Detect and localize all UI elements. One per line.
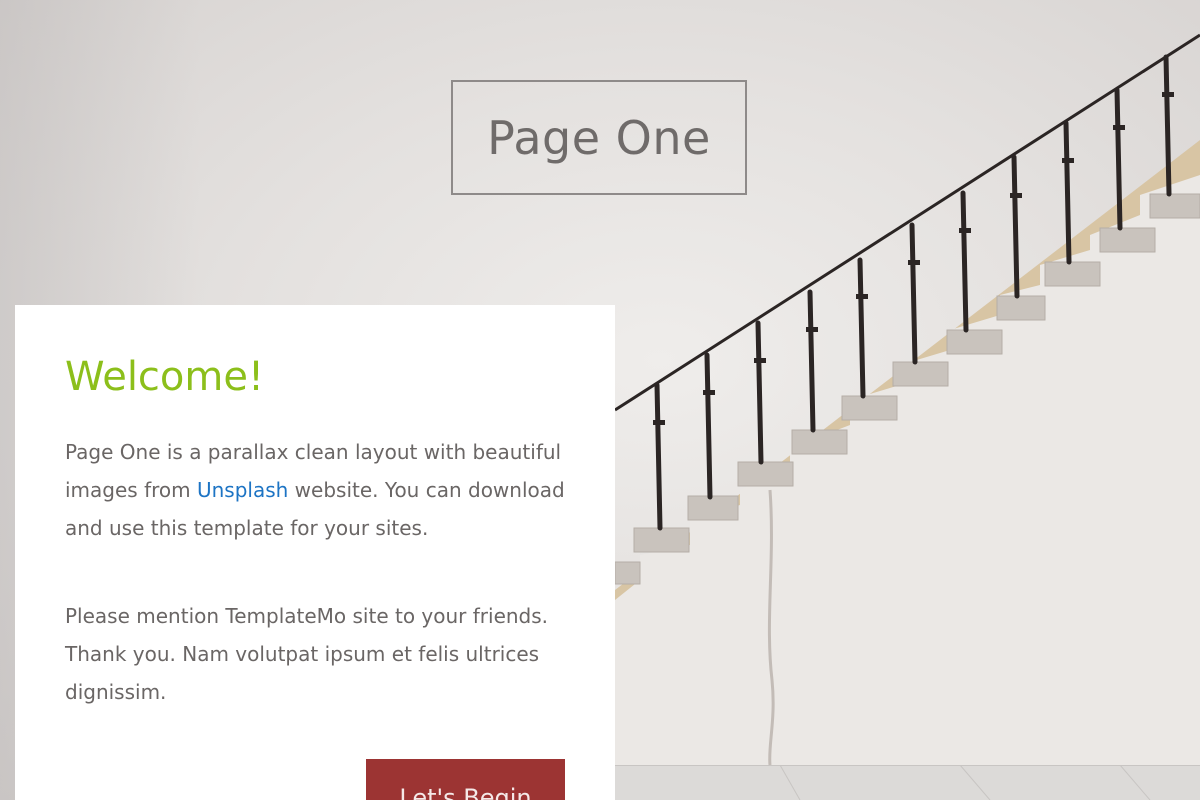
lets-begin-button[interactable]: Let's Begin (366, 759, 565, 800)
hero-background: Page One Welcome! Page One is a parallax… (0, 0, 1200, 800)
welcome-paragraph-2: Please mention TemplateMo site to your f… (65, 604, 549, 704)
welcome-panel: Welcome! Page One is a parallax clean la… (15, 305, 615, 800)
site-title-box[interactable]: Page One (451, 80, 747, 195)
unsplash-link[interactable]: Unsplash (197, 478, 288, 502)
welcome-paragraph-1: Page One is a parallax clean layout with… (65, 433, 565, 547)
site-title: Page One (487, 110, 711, 165)
welcome-heading: Welcome! (65, 354, 265, 400)
